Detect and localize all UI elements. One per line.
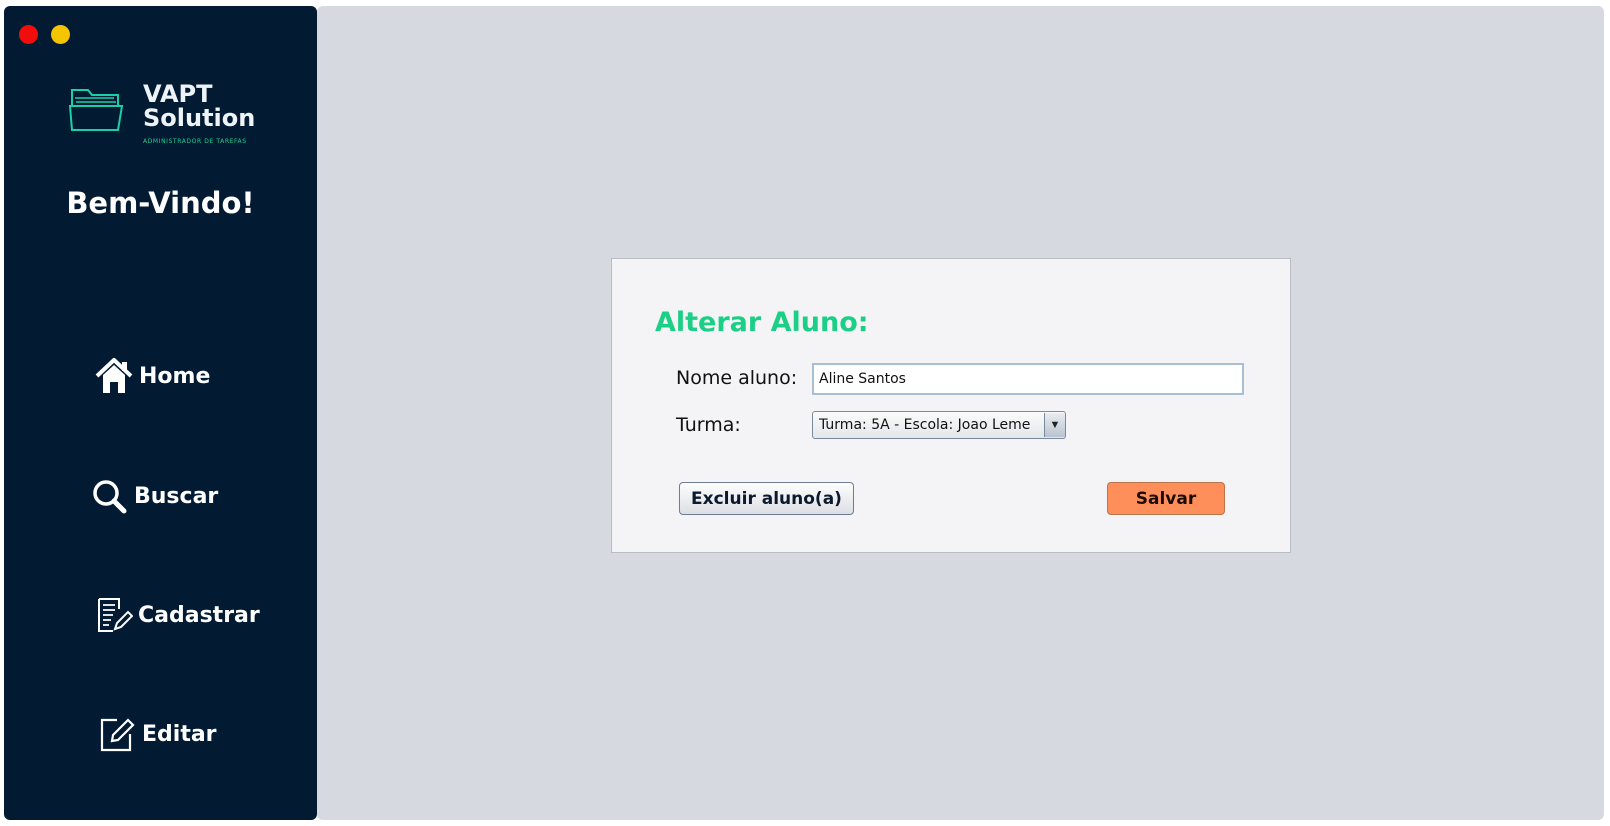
- turma-label: Turma:: [676, 414, 741, 436]
- window-minimize-button[interactable]: [51, 25, 70, 44]
- sidebar-item-label: Editar: [142, 721, 217, 747]
- app-logo: VAPT Solution ADMINISTRADOR DE TAREFAS: [68, 80, 268, 150]
- search-icon: [88, 475, 130, 517]
- sidebar-item-cadastrar[interactable]: Cadastrar: [92, 593, 260, 637]
- home-icon: [93, 355, 135, 397]
- form-title: Alterar Aluno:: [655, 307, 869, 338]
- turma-select[interactable]: Turma: 5A - Escola: Joao Leme ▼: [812, 411, 1066, 439]
- edit-student-form: Alterar Aluno: Nome aluno: Turma: Turma:…: [611, 258, 1291, 553]
- edit-icon: [96, 713, 138, 755]
- turma-selected-value: Turma: 5A - Escola: Joao Leme: [819, 417, 1031, 433]
- welcome-heading: Bem-Vindo!: [66, 186, 255, 220]
- chevron-down-icon[interactable]: ▼: [1044, 413, 1065, 437]
- window-close-button[interactable]: [19, 25, 38, 44]
- sidebar-item-label: Home: [139, 363, 211, 389]
- sidebar-item-editar[interactable]: Editar: [96, 712, 217, 756]
- sidebar-item-buscar[interactable]: Buscar: [88, 474, 218, 518]
- sidebar: VAPT Solution ADMINISTRADOR DE TAREFAS B…: [4, 6, 317, 820]
- logo-tagline: ADMINISTRADOR DE TAREFAS: [143, 138, 247, 145]
- sidebar-item-label: Cadastrar: [138, 602, 260, 628]
- sidebar-item-home[interactable]: Home: [93, 354, 210, 398]
- salvar-button[interactable]: Salvar: [1107, 482, 1225, 515]
- excluir-aluno-button[interactable]: Excluir aluno(a): [679, 482, 854, 515]
- logo-title-line2: Solution: [143, 104, 256, 132]
- sidebar-item-label: Buscar: [134, 483, 219, 509]
- nome-aluno-label: Nome aluno:: [676, 367, 798, 389]
- nome-aluno-input[interactable]: [812, 363, 1244, 395]
- folder-icon: [68, 89, 124, 131]
- document-edit-icon: [92, 594, 134, 636]
